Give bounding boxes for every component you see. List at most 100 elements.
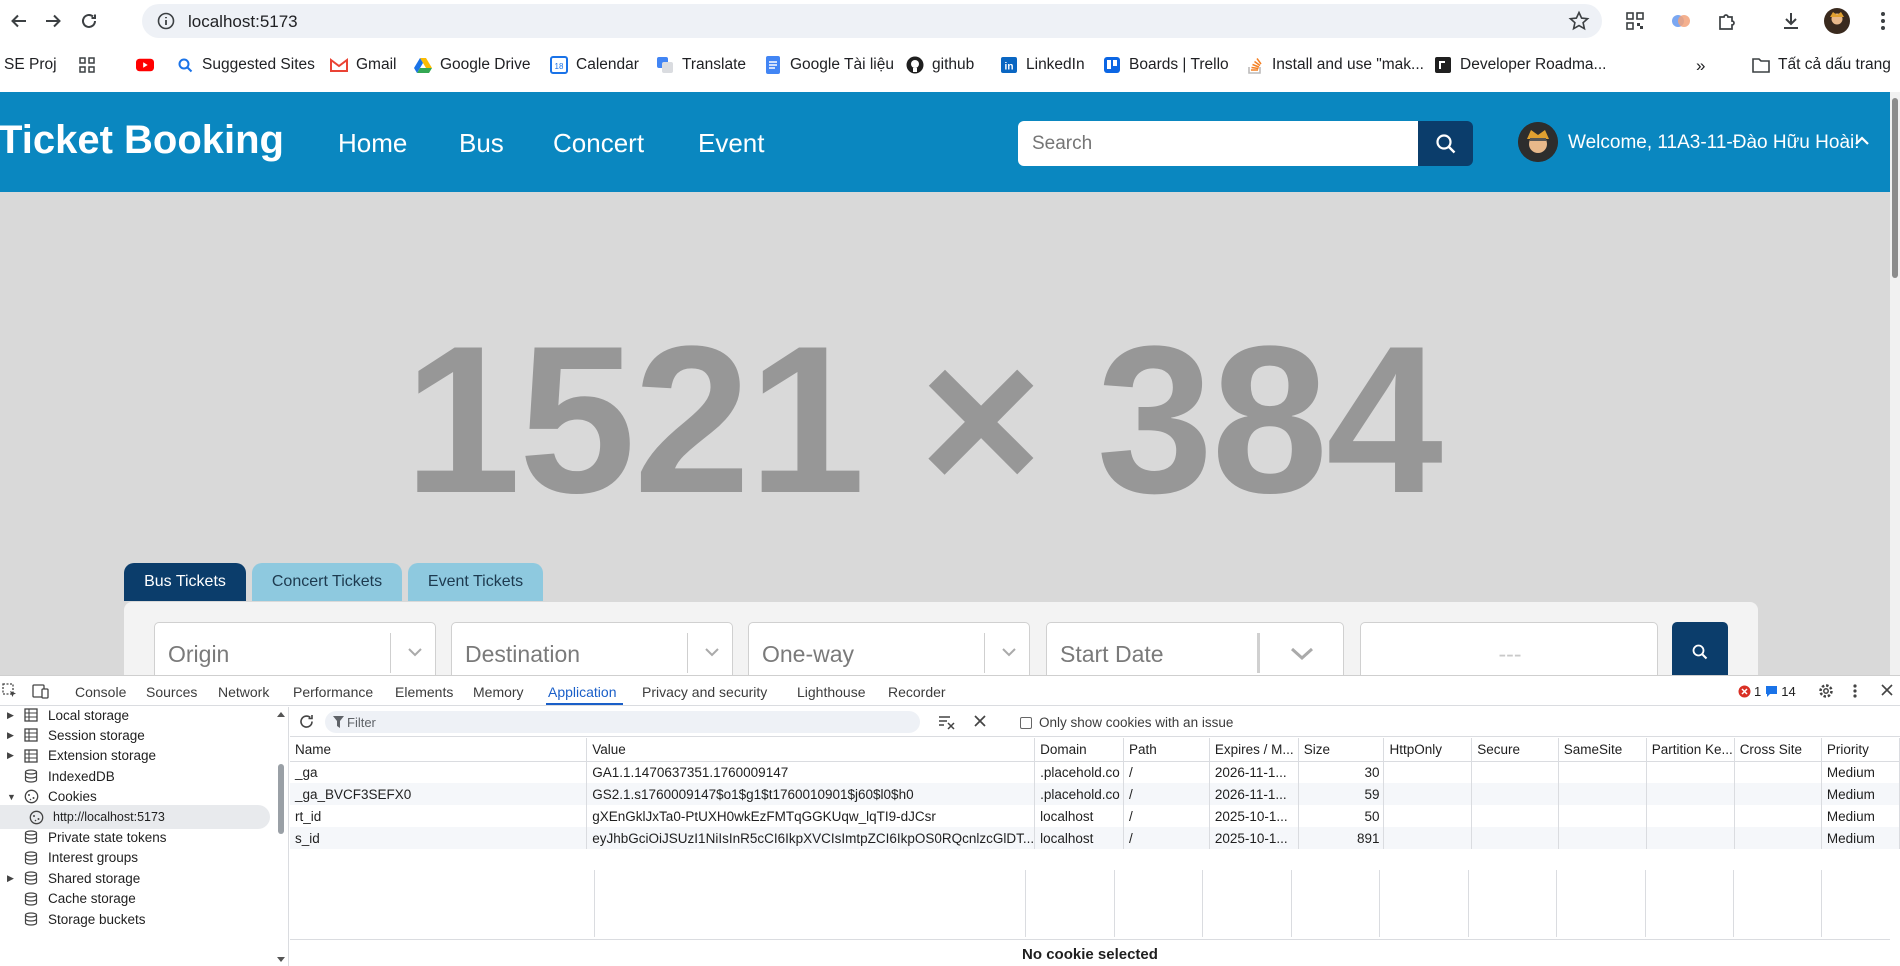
bookmark-calendar[interactable]: 18 Calendar [550, 56, 639, 74]
profile-avatar[interactable] [1824, 8, 1850, 34]
tab-sources[interactable]: Sources [146, 684, 197, 700]
tab-bus-tickets[interactable]: Bus Tickets [124, 563, 246, 601]
site-brand[interactable]: Ticket Booking [0, 118, 284, 163]
cookie-expires: 2026-11-1... [1209, 783, 1299, 805]
issues-counter[interactable]: 1 14 [1738, 684, 1796, 699]
bookmark-gmail[interactable]: Gmail [330, 56, 396, 74]
forward-button[interactable] [40, 8, 66, 34]
collapsed-triangle-icon[interactable]: ▶ [7, 730, 17, 741]
nav-home[interactable]: Home [338, 128, 407, 159]
more-bookmarks-button[interactable]: » [1696, 56, 1705, 76]
tab-event-tickets[interactable]: Event Tickets [408, 563, 543, 601]
user-avatar[interactable] [1518, 122, 1558, 162]
devtools-menu-icon[interactable] [1852, 683, 1858, 702]
devtools-close-icon[interactable] [1880, 683, 1894, 700]
column-header-samesite[interactable]: SameSite [1558, 738, 1647, 762]
devtools-settings-icon[interactable] [1818, 683, 1834, 702]
cookie-row[interactable]: _ga GA1.1.1470637351.1760009147 .placeho… [290, 761, 1900, 783]
tab-privacy-and-security[interactable]: Privacy and security [642, 684, 767, 700]
column-header-name[interactable]: Name [290, 738, 588, 762]
column-header-value[interactable]: Value [586, 738, 1036, 762]
search-trips-button[interactable] [1672, 622, 1728, 675]
nav-event[interactable]: Event [698, 128, 765, 159]
expanded-triangle-icon[interactable]: ▼ [7, 792, 17, 802]
tab-console[interactable]: Console [75, 684, 126, 700]
reload-button[interactable] [76, 8, 102, 34]
extensions-puzzle-icon[interactable] [1714, 8, 1740, 34]
bookmark-translate[interactable]: Translate [656, 56, 746, 74]
checkbox-box[interactable] [1020, 716, 1032, 729]
tab-recorder[interactable]: Recorder [888, 684, 946, 700]
clear-all-cookies-icon[interactable] [973, 714, 987, 731]
bookmark-google-drive[interactable]: Google Drive [414, 56, 530, 74]
bookmark-youtube[interactable] [136, 56, 162, 74]
start-date-select[interactable]: Start Date [1046, 622, 1344, 675]
column-header-priority[interactable]: Priority [1821, 738, 1900, 762]
origin-select[interactable]: Origin [154, 622, 436, 675]
device-toggle-icon[interactable] [32, 683, 50, 702]
bookmark-se-proj[interactable]: SE Proj [4, 56, 57, 74]
return-date-input[interactable]: --- [1360, 622, 1658, 675]
bookmark-developer-roadmap[interactable]: Developer Roadma... [1434, 56, 1606, 74]
collapsed-triangle-icon[interactable]: ▶ [7, 873, 17, 884]
welcome-text[interactable]: Welcome, 11A3-11-Đào Hữu Hoài! [1568, 132, 1860, 154]
bookmark-trello[interactable]: Boards | Trello [1103, 56, 1229, 74]
cookie-partition-key [1646, 761, 1735, 783]
svg-text:18: 18 [555, 62, 564, 71]
address-bar[interactable]: localhost:5173 [142, 4, 1602, 38]
download-icon[interactable] [1778, 8, 1804, 34]
back-button[interactable] [6, 8, 32, 34]
collapsed-triangle-icon[interactable]: ▶ [7, 750, 17, 761]
destination-select[interactable]: Destination [451, 622, 733, 675]
site-search-button[interactable] [1418, 121, 1473, 166]
sidebar-scrollbar[interactable] [275, 707, 287, 966]
browser-menu-icon[interactable] [1870, 8, 1896, 34]
bookmark-apps[interactable] [78, 56, 104, 74]
column-header-httponly[interactable]: HttpOnly [1383, 738, 1473, 762]
bookmark-install-and-use[interactable]: Install and use "mak... [1246, 56, 1424, 74]
cookie-row[interactable]: s_id eyJhbGciOiJSUzI1NiIsInR5cCI6IkpXVCI… [290, 827, 1900, 849]
inspect-element-icon[interactable] [2, 683, 18, 702]
nav-bus[interactable]: Bus [459, 128, 504, 159]
qr-code-icon[interactable] [1622, 8, 1648, 34]
apps-grid-icon [78, 56, 96, 74]
all-bookmarks-folder[interactable]: Tất cả dấu trang [1752, 56, 1891, 74]
bookmark-star-icon[interactable] [1568, 10, 1590, 37]
clear-filtered-cookies-icon[interactable] [938, 714, 956, 733]
tab-network[interactable]: Network [218, 684, 269, 700]
column-header-size[interactable]: Size [1298, 738, 1385, 762]
refresh-icon[interactable] [298, 713, 315, 733]
collapsed-triangle-icon[interactable]: ▶ [7, 710, 17, 721]
chevron-up-icon[interactable] [1854, 134, 1870, 152]
cookie-row[interactable]: _ga_BVCF3SEFX0 GS2.1.s1760009147$o1$g1$t… [290, 783, 1900, 805]
bookmark-suggested-sites[interactable]: Suggested Sites [176, 56, 315, 74]
column-header-partition-key[interactable]: Partition Ke... [1646, 738, 1735, 762]
nav-concert[interactable]: Concert [553, 128, 644, 159]
bookmark-linkedin[interactable]: in LinkedIn [1000, 56, 1085, 74]
tab-performance[interactable]: Performance [293, 684, 373, 700]
sidebar-item-storage-buckets[interactable]: Storage buckets [0, 907, 270, 931]
site-search-input[interactable] [1018, 121, 1418, 166]
site-search[interactable] [1018, 121, 1418, 166]
tab-memory[interactable]: Memory [473, 684, 524, 700]
column-header-secure[interactable]: Secure [1471, 738, 1559, 762]
scrollbar-thumb[interactable] [1892, 98, 1898, 278]
trip-type-select[interactable]: One-way [748, 622, 1030, 675]
column-header-path[interactable]: Path [1123, 738, 1210, 762]
bookmark-google-docs[interactable]: Google Tài liệu [764, 56, 894, 74]
column-header-cross-site[interactable]: Cross Site [1734, 738, 1822, 762]
filter-input[interactable]: Filter [325, 711, 920, 733]
cookie-row[interactable]: rt_id gXEnGklJxTa0-PtUXH0wkEzFMTqGGKUqw_… [290, 805, 1900, 827]
page-scrollbar[interactable] [1890, 92, 1900, 675]
bookmark-github[interactable]: github [906, 56, 974, 74]
site-info-icon[interactable] [156, 11, 176, 36]
reload-icon [82, 13, 96, 28]
only-issue-cookies-checkbox[interactable]: Only show cookies with an issue [1020, 715, 1233, 730]
tab-elements[interactable]: Elements [395, 684, 453, 700]
tab-application[interactable]: Application [548, 684, 617, 700]
column-header-domain[interactable]: Domain [1034, 738, 1125, 762]
extension-brain-icon[interactable] [1668, 8, 1694, 34]
tab-concert-tickets[interactable]: Concert Tickets [252, 563, 402, 601]
column-header-expires[interactable]: Expires / M... [1209, 738, 1299, 762]
tab-lighthouse[interactable]: Lighthouse [797, 684, 866, 700]
